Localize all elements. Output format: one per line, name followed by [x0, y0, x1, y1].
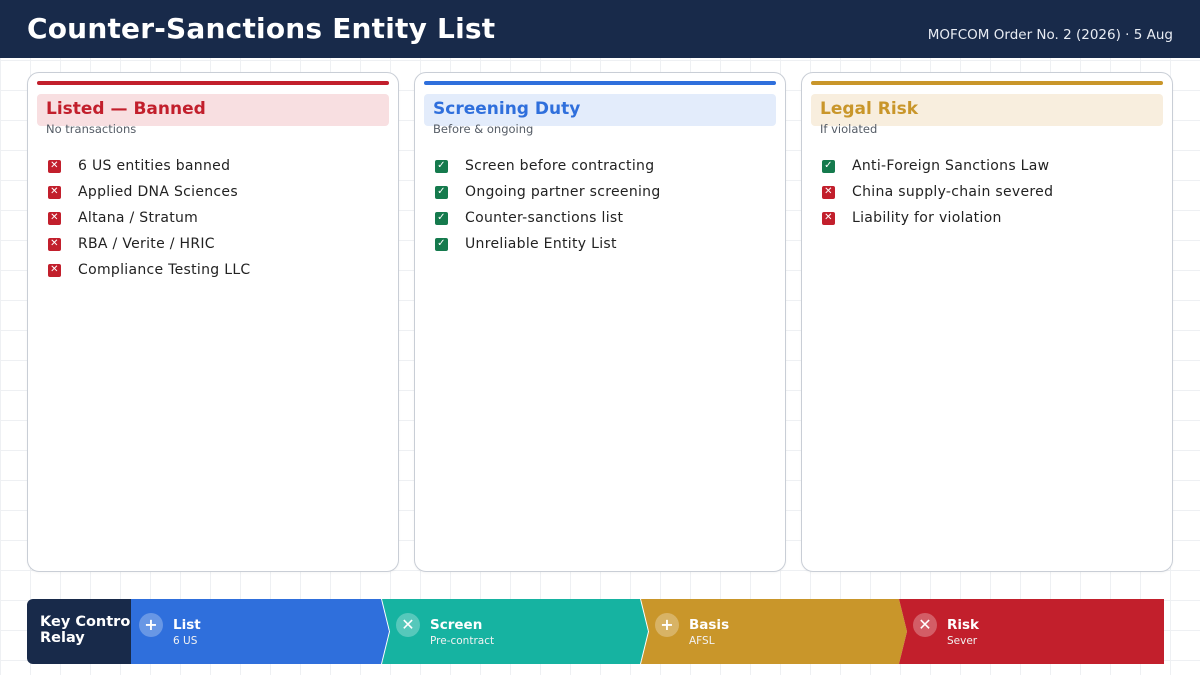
card-subtitle: Before & ongoing: [433, 122, 534, 136]
step-value: Pre-contract: [430, 635, 495, 647]
x-icon: ✕: [48, 159, 61, 173]
list-item: ✓ Ongoing partner screening: [435, 179, 661, 205]
list-item: ✓ Screen before contracting: [435, 153, 661, 179]
list-item: ✓ Anti-Foreign Sanctions Law: [822, 153, 1053, 179]
step-value: 6 US: [173, 635, 198, 647]
x-icon: ✕: [913, 613, 937, 637]
card-subtitle: No transactions: [46, 122, 137, 136]
check-icon: ✓: [822, 159, 835, 173]
card-item-list: ✕ 6 US entities banned ✕ Applied DNA Scien…: [48, 153, 251, 283]
page-title: Counter-Sanctions Entity List: [27, 12, 496, 45]
x-icon: ✕: [48, 211, 61, 225]
step-label: Basis: [689, 617, 730, 633]
item-text: Compliance Testing LLC: [78, 262, 251, 278]
item-text: Altana / Stratum: [78, 210, 199, 226]
relay-step-risk: ✕ Risk Sever: [899, 599, 1164, 664]
relay-label: Key Control Relay: [27, 599, 137, 664]
list-item: ✕ 6 US entities banned: [48, 153, 251, 179]
card-subtitle: If violated: [820, 122, 878, 136]
x-icon: ✕: [396, 613, 420, 637]
x-icon: ✕: [822, 185, 835, 199]
card-title: Listed — Banned: [46, 99, 206, 119]
list-item: ✕ Applied DNA Sciences: [48, 179, 251, 205]
item-text: Ongoing partner screening: [465, 184, 661, 200]
card-item-list: ✓ Anti-Foreign Sanctions Law ✕ China suppl…: [822, 153, 1053, 231]
card-legal-risk: Legal Risk If violated ✓ Anti-Foreign San…: [801, 72, 1173, 572]
check-icon: ✓: [435, 159, 448, 173]
item-text: RBA / Verite / HRIC: [78, 236, 215, 252]
plus-icon: +: [655, 613, 679, 637]
list-item: ✓ Counter-sanctions list: [435, 205, 661, 231]
card-accent-bar: [811, 81, 1163, 85]
card-listed-banned: Listed — Banned No transactions ✕ 6 US en…: [27, 72, 399, 572]
header-bar: Counter-Sanctions Entity List MOFCOM Ord…: [0, 0, 1200, 58]
item-text: China supply-chain severed: [852, 184, 1054, 200]
item-text: Screen before contracting: [465, 158, 655, 174]
step-label: List: [173, 617, 201, 633]
list-item: ✕ Altana / Stratum: [48, 205, 251, 231]
card-title: Legal Risk: [820, 99, 919, 119]
list-item: ✕ Liability for violation: [822, 205, 1053, 231]
step-value: AFSL: [689, 635, 715, 647]
relay-step-list: + List 6 US: [131, 599, 389, 664]
item-text: Counter-sanctions list: [465, 210, 624, 226]
item-text: Unreliable Entity List: [465, 236, 617, 252]
list-item: ✓ Unreliable Entity List: [435, 231, 661, 257]
card-title: Screening Duty: [433, 99, 581, 119]
x-icon: ✕: [822, 211, 835, 225]
x-icon: ✕: [48, 237, 61, 251]
step-label: Risk: [947, 617, 980, 633]
list-item: ✕ Compliance Testing LLC: [48, 257, 251, 283]
item-text: Anti-Foreign Sanctions Law: [852, 158, 1050, 174]
card-accent-bar: [37, 81, 389, 85]
list-item: ✕ China supply-chain severed: [822, 179, 1053, 205]
plus-icon: +: [139, 613, 163, 637]
card-screening-duty: Screening Duty Before & ongoing ✓ Screen …: [414, 72, 786, 572]
relay-step-screen: ✕ Screen Pre-contract: [382, 599, 648, 664]
check-icon: ✓: [435, 211, 448, 225]
item-text: 6 US entities banned: [78, 158, 231, 174]
x-icon: ✕: [48, 263, 61, 277]
list-item: ✕ RBA / Verite / HRIC: [48, 231, 251, 257]
check-icon: ✓: [435, 237, 448, 251]
card-item-list: ✓ Screen before contracting ✓ Ongoing part…: [435, 153, 661, 257]
item-text: Liability for violation: [852, 210, 1002, 226]
order-reference: MOFCOM Order No. 2 (2026) · 5 Aug: [927, 27, 1173, 43]
step-value: Sever: [947, 635, 978, 647]
x-icon: ✕: [48, 185, 61, 199]
relay-step-basis: + Basis AFSL: [641, 599, 907, 664]
card-accent-bar: [424, 81, 776, 85]
check-icon: ✓: [435, 185, 448, 199]
item-text: Applied DNA Sciences: [78, 184, 238, 200]
step-label: Screen: [430, 617, 483, 633]
